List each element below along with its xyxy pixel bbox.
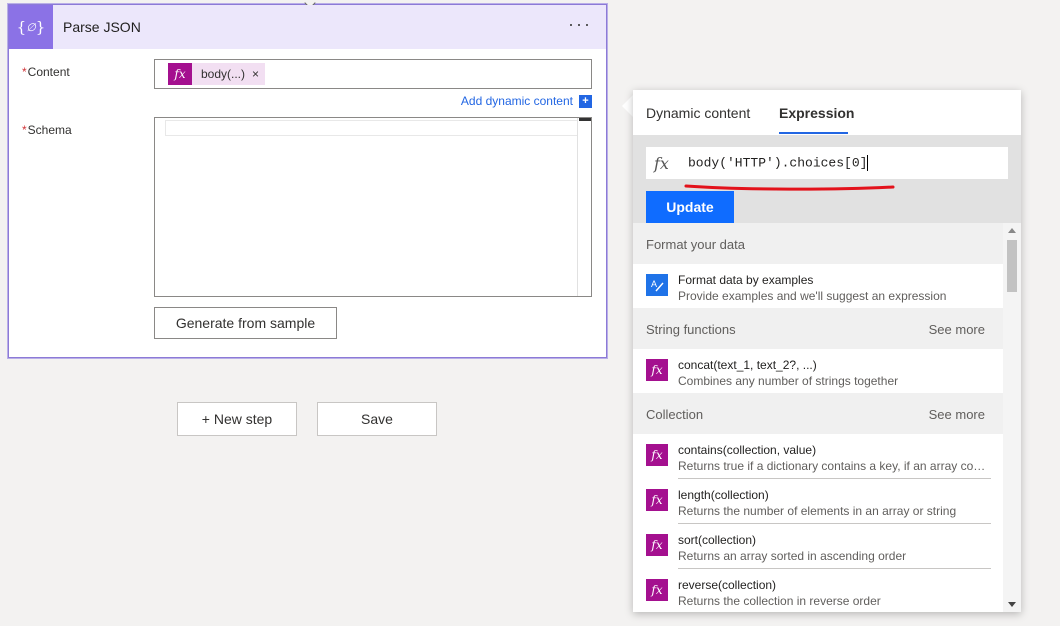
scroll-down-icon[interactable] — [1008, 602, 1016, 607]
item-description: Provide examples and we'll suggest an ex… — [678, 289, 947, 303]
format-data-icon: A — [646, 274, 668, 296]
list-item[interactable]: fx reverse(collection) Returns the colle… — [633, 569, 1003, 612]
expression-text: body('HTTP').choices[0] — [688, 155, 869, 171]
list-item[interactable]: fx contains(collection, value) Returns t… — [633, 434, 1003, 479]
svg-text:A: A — [651, 279, 657, 289]
fx-icon: fx — [646, 489, 668, 511]
expression-input[interactable]: fx body('HTTP').choices[0] — [646, 147, 1008, 191]
generate-from-sample-button[interactable]: Generate from sample — [154, 307, 337, 339]
remove-token-icon[interactable]: × — [252, 67, 259, 81]
json-braces-icon: {∅} — [9, 5, 53, 49]
item-name: Format data by examples — [678, 273, 814, 287]
active-tab-indicator — [779, 132, 848, 134]
list-item[interactable]: A Format data by examples Provide exampl… — [633, 264, 1003, 308]
red-underline-annotation — [684, 184, 895, 191]
panel-tabs: Dynamic content Expression — [633, 90, 1021, 135]
fx-icon: fx — [646, 444, 668, 466]
fx-icon: fx — [168, 63, 192, 85]
section-title: Format your data — [646, 237, 745, 252]
expression-area: fx body('HTTP').choices[0] Update — [633, 135, 1021, 223]
expression-token[interactable]: fx body(...) × — [168, 63, 266, 85]
fx-icon: fx — [646, 579, 668, 601]
item-description: Combines any number of strings together — [678, 374, 899, 388]
card-header[interactable]: {∅} Parse JSON ··· — [9, 5, 606, 49]
content-label-text: Content — [27, 65, 70, 79]
fx-icon: fx — [646, 534, 668, 556]
content-label: *Content — [22, 65, 70, 79]
item-description: Returns the collection in reverse order — [678, 594, 881, 608]
section-title: Collection — [646, 407, 704, 422]
fx-icon: fx — [654, 153, 669, 173]
item-name: sort(collection) — [678, 533, 757, 547]
required-mark: * — [22, 123, 27, 137]
tab-dynamic-content[interactable]: Dynamic content — [646, 105, 750, 121]
list-item[interactable]: fx length(collection) Returns the number… — [633, 479, 1003, 524]
see-more-link[interactable]: See more — [929, 407, 985, 422]
list-item[interactable]: fx sort(collection) Returns an array sor… — [633, 524, 1003, 569]
schema-scrollbar[interactable] — [577, 118, 591, 296]
item-description: Returns the number of elements in an arr… — [678, 504, 957, 518]
schema-editor[interactable] — [154, 117, 592, 297]
item-description: Returns an array sorted in ascending ord… — [678, 549, 907, 563]
section-header-collection: Collection See more — [633, 393, 1003, 434]
plus-icon: + — [579, 94, 592, 108]
function-list: Format your data A Format data by exampl… — [633, 223, 1003, 612]
item-name: concat(text_1, text_2?, ...) — [678, 358, 817, 372]
scroll-up-icon[interactable] — [1008, 228, 1016, 233]
required-mark: * — [22, 65, 27, 79]
content-field[interactable]: fx body(...) × — [154, 59, 592, 89]
token-text: body(...) — [201, 67, 246, 81]
section-title: String functions — [646, 322, 736, 337]
dynamic-content-panel: Dynamic content Expression fx body('HTTP… — [633, 90, 1021, 612]
add-dynamic-content-link[interactable]: Add dynamic content + — [461, 94, 592, 108]
section-header-string: String functions See more — [633, 308, 1003, 349]
tab-expression[interactable]: Expression — [779, 105, 854, 121]
add-dynamic-content-label: Add dynamic content — [460, 94, 573, 108]
item-description: Returns true if a dictionary contains a … — [678, 459, 990, 473]
panel-scrollbar[interactable] — [1003, 223, 1021, 612]
scroll-thumb[interactable] — [1007, 240, 1017, 292]
schema-label-text: Schema — [27, 123, 72, 137]
save-button[interactable]: Save — [317, 402, 437, 436]
item-name: contains(collection, value) — [678, 443, 817, 457]
section-header-format: Format your data — [633, 223, 1003, 264]
see-more-link[interactable]: See more — [929, 322, 985, 337]
schema-label: *Schema — [22, 123, 72, 137]
new-step-button[interactable]: + New step — [177, 402, 297, 436]
text-caret — [867, 155, 869, 171]
schema-current-line — [165, 120, 578, 136]
item-name: length(collection) — [678, 488, 769, 502]
card-title: Parse JSON — [63, 19, 141, 35]
fx-icon: fx — [646, 359, 668, 381]
parse-json-card: {∅} Parse JSON ··· *Content fx body(...)… — [8, 0, 607, 358]
more-options-icon[interactable]: ··· — [568, 15, 592, 33]
list-item[interactable]: fx concat(text_1, text_2?, ...) Combines… — [633, 349, 1003, 393]
update-button[interactable]: Update — [646, 191, 734, 223]
item-name: reverse(collection) — [678, 578, 777, 592]
